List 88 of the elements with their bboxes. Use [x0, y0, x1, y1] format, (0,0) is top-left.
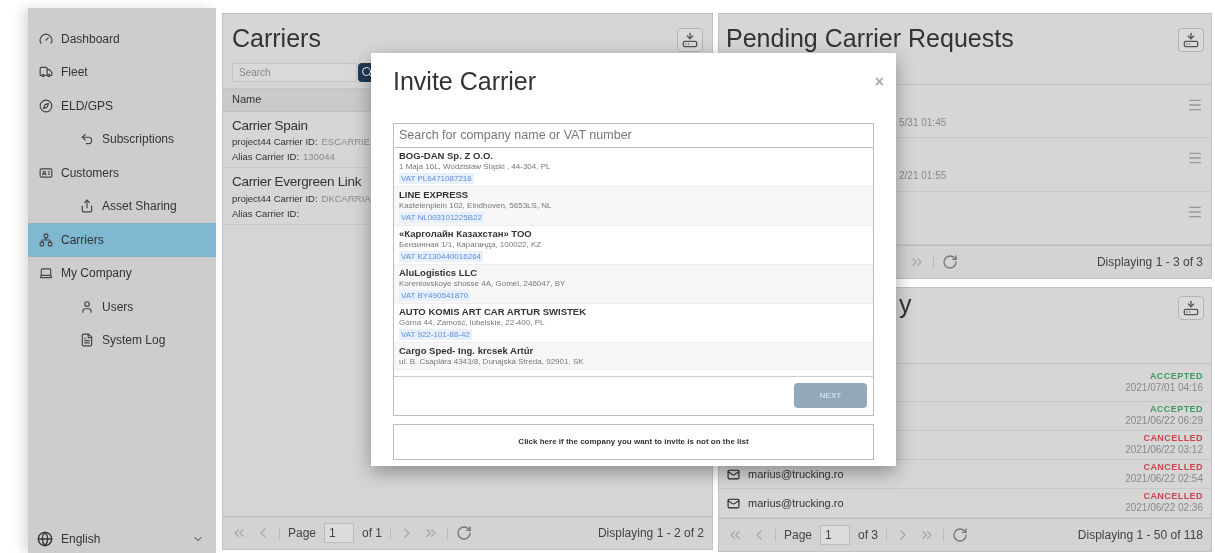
company-search-field[interactable]: Search for company name or VAT number: [394, 123, 873, 148]
request-time: 5/31 01:45: [899, 115, 947, 130]
invite-time: 2021/07/01 04:16: [1125, 381, 1203, 395]
panel-title: y: [899, 292, 912, 317]
panel-title: Carriers: [232, 23, 321, 54]
company-name: LINE EXPRESS: [399, 188, 469, 200]
page-count: of 1: [362, 525, 383, 542]
field-label: Alias Carrier ID:: [232, 207, 300, 220]
search-field[interactable]: Search: [232, 62, 357, 82]
compass-icon: [39, 98, 53, 113]
export-button[interactable]: [677, 28, 703, 52]
field-value: ESCARRIE: [321, 136, 371, 149]
vat-tag: VAT NL003101225B22: [399, 211, 484, 223]
request-time: 2/21 01:55: [899, 168, 947, 183]
page-count: of 3: [858, 527, 879, 544]
laptop-icon: [39, 266, 53, 281]
display-count: Displaying 1 - 50 of 118: [1077, 527, 1203, 544]
export-button[interactable]: [1178, 296, 1204, 320]
sidebar-item[interactable]: My Company: [28, 256, 216, 290]
panel-title: Pending Carrier Requests: [726, 23, 1014, 54]
company-address: Koreniovskoye shosse 4A, Gomel, 246047, BY: [399, 278, 566, 289]
email-address: marius@trucking.ro: [748, 495, 844, 511]
envelope-icon: [727, 467, 740, 481]
export-button[interactable]: [1178, 28, 1204, 52]
vat-tag: VAT PL6471087216: [399, 172, 474, 184]
sidebar-item[interactable]: Fleet: [28, 55, 216, 89]
carrier-name: Carrier Spain: [232, 117, 308, 135]
field-label: project44 Carrier ID:: [232, 193, 318, 205]
document-icon: [80, 333, 94, 348]
company-result[interactable]: AluLogistics LLC Koreniovskoye shosse 4A, Gomel, 246047, BY VAT BY490541870: [394, 264, 873, 304]
invite-time: 2021/06/22 02:36: [1125, 502, 1203, 515]
status-label: CANCELLED: [1143, 491, 1203, 503]
sidebar-item[interactable]: Dashboard: [28, 22, 216, 56]
company-address: 1 Maja 16L, Wodzisław Śląski , 44-304, PL: [399, 161, 551, 172]
page-field[interactable]: 1: [820, 525, 851, 545]
company-address: ul. B. Csaplára 4343/8, Dunajská Streda, 92901, SK: [399, 356, 584, 367]
carrier-name: Carrier Evergreen Link: [232, 174, 362, 191]
company-result[interactable]: LINE EXPRESS Kastelenplein 102, Eindhoven, 5653LS, NL VAT NL003101225B22: [394, 186, 873, 226]
field-label: project44 Carrier ID:: [232, 136, 318, 149]
company-name: «Карголайн Казахстан» ТОО: [399, 227, 532, 239]
status-label: CANCELLED: [1143, 462, 1203, 474]
company-name: AUTO KOMIS ART CAR ARTUR SWISTEK: [399, 305, 586, 317]
company-name: AluLogistics LLC: [399, 266, 478, 278]
display-count: Displaying 1 - 3 of 3: [1096, 254, 1203, 271]
return-arrow-icon: [80, 132, 94, 147]
field-value: DKCARRIA: [321, 193, 371, 205]
invite-time: 2021/06/22 03:12: [1125, 444, 1203, 457]
sidebar-item[interactable]: Subscriptions: [28, 122, 216, 156]
email-address: marius@trucking.ro: [748, 466, 844, 482]
sidebar-item[interactable]: Carriers: [28, 223, 216, 257]
user-icon: [80, 299, 94, 314]
truck-icon: [39, 65, 53, 80]
id-card-icon: [39, 165, 53, 180]
field-label: Alias Carrier ID:: [232, 151, 300, 164]
status-label: ACCEPTED: [1149, 370, 1203, 382]
vat-tag: VAT KZ130440016264: [399, 250, 484, 262]
not-listed-button[interactable]: Click here if the company you want to invite is not on the list: [393, 423, 874, 460]
sidebar-item[interactable]: System Log: [28, 323, 216, 357]
refresh-icon[interactable]: [942, 254, 958, 270]
hierarchy-icon: [39, 232, 53, 247]
share-arrow-icon: [80, 199, 94, 214]
invite-time: 2021/06/22 06:29: [1125, 415, 1203, 428]
company-name: Cargo Sped- Ing. krcsek Artúr: [399, 344, 534, 356]
company-address: Górna 44, Zamość, lubelskie, 22-400, PL: [399, 317, 545, 328]
sidebar-item[interactable]: Asset Sharing: [28, 189, 216, 223]
page-field[interactable]: 1: [324, 523, 355, 543]
globe-icon: [37, 531, 53, 547]
field-value: 130044: [303, 151, 335, 164]
language-selector[interactable]: English: [61, 530, 101, 548]
sidebar-item[interactable]: ELD/GPS: [28, 89, 216, 123]
company-address: Бензинная 1/1, Караганда, 100022, KZ: [399, 239, 542, 250]
envelope-icon: [727, 496, 740, 510]
page-label: Page: [288, 525, 317, 542]
vat-tag: VAT BY490541870: [399, 289, 471, 301]
vat-tag: VAT 922-101-88-42: [399, 328, 472, 340]
status-label: ACCEPTED: [1149, 404, 1203, 416]
display-count: Displaying 1 - 2 of 2: [597, 525, 704, 542]
refresh-icon[interactable]: [952, 527, 969, 543]
status-label: CANCELLED: [1143, 433, 1203, 445]
company-name: BOG-DAN Sp. Z O.O.: [399, 149, 493, 161]
invite-time: 2021/06/22 02:54: [1125, 473, 1203, 486]
company-result[interactable]: Cargo Sped- Ing. krcsek Artúr ul. B. Csaplára 4343/8, Dunajská Streda, 92901, SK: [394, 342, 873, 370]
gauge-icon: [39, 31, 53, 46]
refresh-icon[interactable]: [456, 525, 473, 541]
company-address: Kastelenplein 102, Eindhoven, 5653LS, NL: [399, 200, 552, 211]
sidebar-item[interactable]: Customers: [28, 156, 216, 190]
sidebar-item[interactable]: Users: [28, 290, 216, 324]
page-label: Page: [784, 527, 813, 544]
